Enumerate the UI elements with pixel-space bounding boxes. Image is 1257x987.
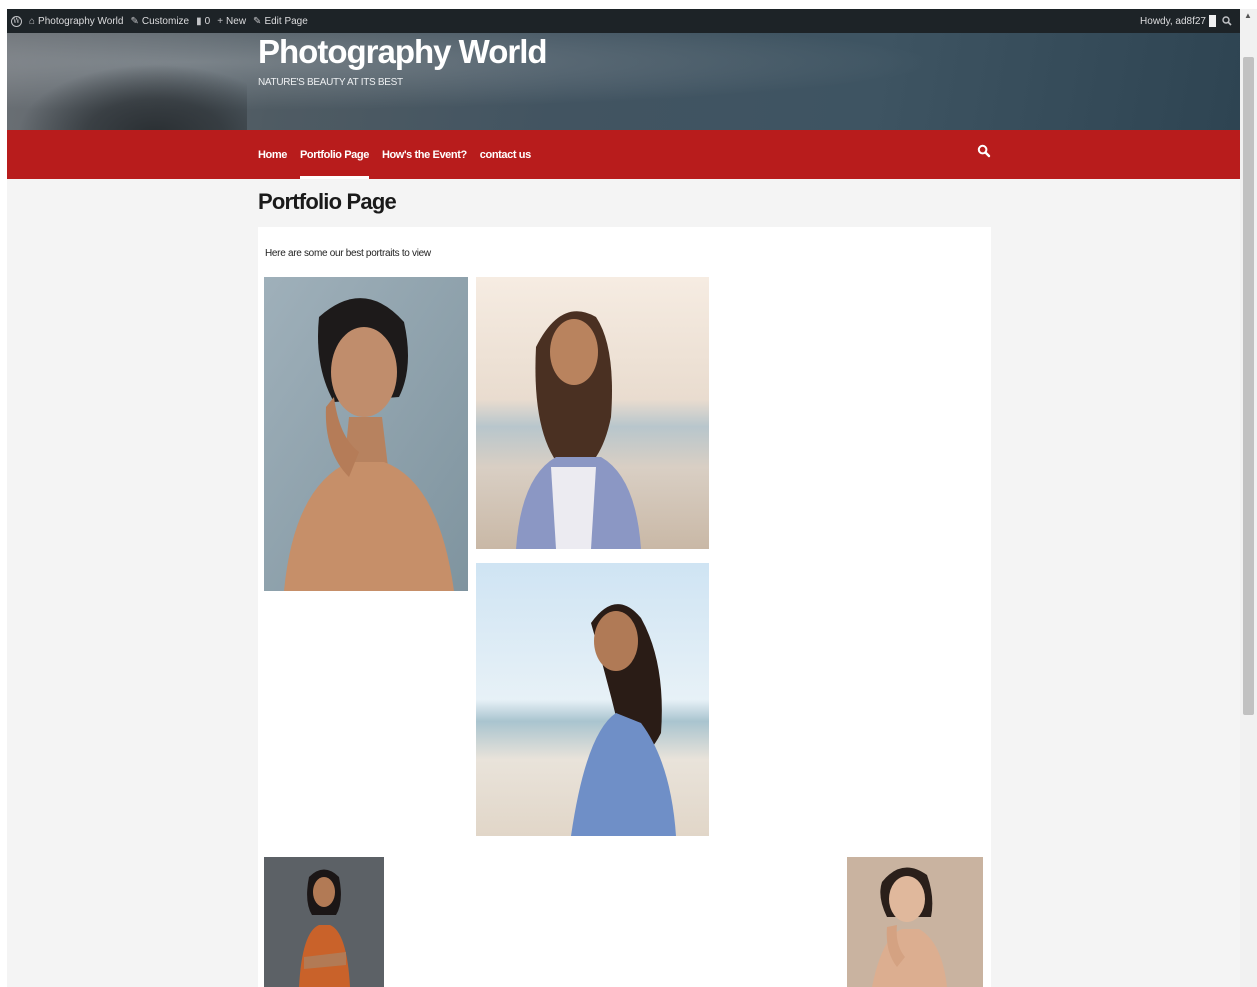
pencil-icon: ✎	[253, 15, 262, 27]
customize-link[interactable]: ✎ Customize	[130, 16, 189, 27]
comments-link[interactable]: ▮ 0	[196, 16, 210, 27]
search-toggle-button[interactable]	[977, 144, 993, 160]
portrait-image	[476, 277, 709, 549]
new-label: New	[226, 15, 247, 27]
admin-bar-right: Howdy, ad8f27	[1140, 15, 1236, 27]
portrait-photo-studio-beige[interactable]	[847, 857, 983, 987]
customize-label: Customize	[141, 15, 190, 27]
site-tagline: NATURE'S BEAUTY AT ITS BEST	[258, 77, 403, 88]
edit-page-label: Edit Page	[264, 15, 308, 27]
comments-count: 0	[204, 15, 211, 27]
scrollbar-thumb[interactable]	[1243, 57, 1254, 715]
wordpress-logo-icon: W	[11, 15, 22, 27]
scroll-up-arrow-icon[interactable]: ▲	[1244, 11, 1252, 20]
banner-mountain-silhouette	[17, 64, 247, 130]
pencil-icon: ✎	[130, 15, 139, 27]
wordpress-logo-button[interactable]: W	[11, 15, 22, 27]
intro-text: Here are some our best portraits to view	[265, 248, 431, 259]
nav-item-home[interactable]: Home	[258, 130, 287, 179]
admin-bar-left: W ⌂ Photography World ✎ Customize ▮ 0 + …	[11, 15, 308, 27]
page-scrollbar[interactable]: ▲	[1240, 9, 1257, 987]
site-name-label: Photography World	[38, 15, 124, 27]
comment-icon: ▮	[196, 15, 202, 27]
search-icon	[1222, 16, 1232, 26]
plus-icon: +	[217, 15, 224, 27]
home-icon: ⌂	[29, 15, 36, 27]
portrait-image	[847, 857, 983, 987]
nav-menu: Home Portfolio Page How's the Event? con…	[258, 130, 531, 179]
nav-item-hows-the-event[interactable]: How's the Event?	[382, 130, 467, 179]
nav-item-contact-us[interactable]: contact us	[480, 130, 531, 179]
admin-search-button[interactable]	[1222, 16, 1232, 26]
avatar	[1209, 15, 1216, 27]
portrait-image	[264, 857, 384, 987]
main-navigation: Home Portfolio Page How's the Event? con…	[7, 130, 1240, 179]
portrait-photo-beach-sunset[interactable]	[476, 277, 709, 549]
site-title[interactable]: Photography World	[258, 33, 548, 71]
my-account-link[interactable]: Howdy, ad8f27	[1140, 15, 1216, 27]
search-icon	[977, 144, 991, 158]
portrait-image	[264, 277, 468, 591]
greeting-label: Howdy, ad8f27	[1140, 15, 1206, 27]
portrait-image	[476, 563, 709, 836]
page-title: Portfolio Page	[258, 189, 397, 214]
new-content-link[interactable]: + New	[217, 16, 246, 27]
site-name-link[interactable]: ⌂ Photography World	[29, 16, 123, 27]
edit-page-link[interactable]: ✎ Edit Page	[253, 16, 308, 27]
wp-admin-bar: W ⌂ Photography World ✎ Customize ▮ 0 + …	[7, 9, 1240, 33]
site-header-banner: Photography World NATURE'S BEAUTY AT ITS…	[7, 33, 1240, 130]
portrait-photo-beach-sky[interactable]	[476, 563, 709, 836]
portrait-photo-studio-grey[interactable]	[264, 277, 468, 591]
nav-item-portfolio-page[interactable]: Portfolio Page	[299, 130, 369, 179]
portrait-photo-studio-orange[interactable]	[264, 857, 384, 987]
